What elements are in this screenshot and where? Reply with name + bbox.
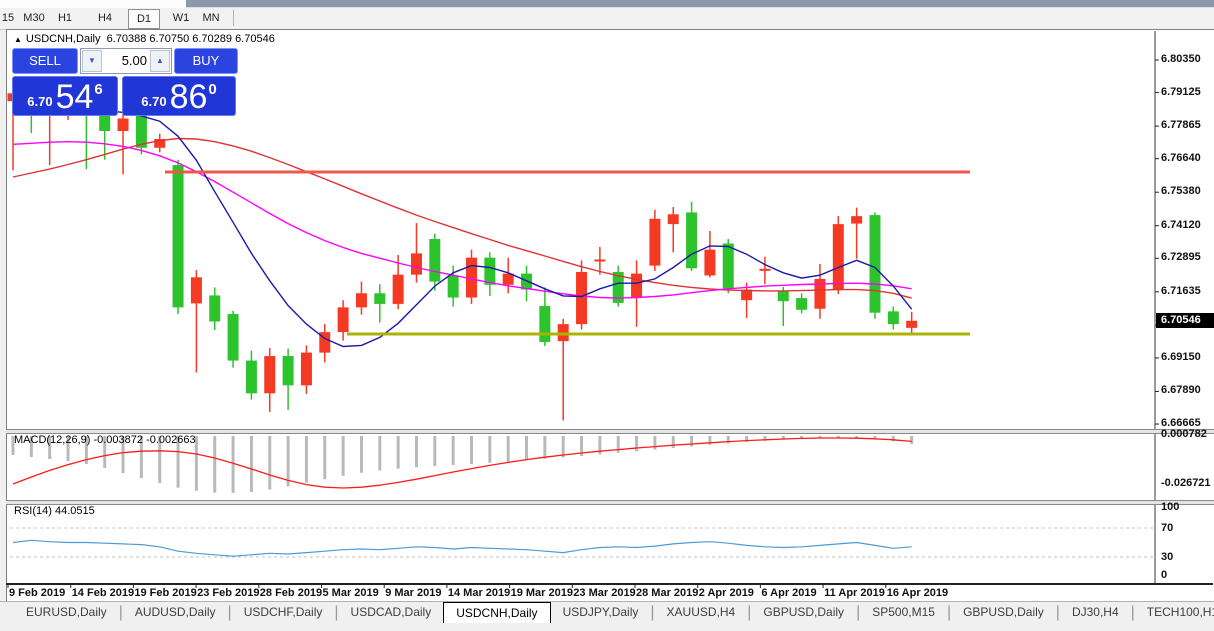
sell-price-pip: 6 <box>94 81 102 98</box>
chart-tab-tech100-h1[interactable]: TECH100,H1 <box>1135 602 1214 624</box>
chart-ohlc-values: 6.70388 6.70750 6.70289 6.70546 <box>107 33 275 45</box>
chart-tab-usdcnh-daily[interactable]: USDCNH,Daily <box>443 602 550 624</box>
rsi-pane-splitter[interactable] <box>6 500 1214 505</box>
volume-up-icon[interactable]: ▲ <box>150 50 170 72</box>
price-axis-label: 6.74120 <box>1161 219 1201 231</box>
rsi-axis-label: 100 <box>1161 501 1179 513</box>
date-axis-label: 19 Mar 2019 <box>511 587 573 599</box>
sell-price-box[interactable]: 6.70 54 6 <box>12 76 118 116</box>
timeframe-button-h4[interactable]: H4 <box>92 9 118 27</box>
window-top-strip-slate <box>186 0 1214 8</box>
date-axis-label: 11 Apr 2019 <box>824 587 885 599</box>
date-axis-label: 28 Feb 2019 <box>260 587 322 599</box>
timeframe-button-m30[interactable]: M30 <box>18 9 50 27</box>
bottom-strip <box>0 623 1214 631</box>
macd-indicator-label: MACD(12,26,9) -0.003872 -0.002663 <box>14 434 196 446</box>
macd-axis-label: -0.026721 <box>1161 477 1211 489</box>
date-axis-label: 6 Apr 2019 <box>761 587 816 599</box>
date-axis-label: 14 Feb 2019 <box>72 587 134 599</box>
one-click-trading-panel: SELL ▼ 5.00 ▲ BUY 6.70 54 6 6.70 86 0 <box>12 48 236 116</box>
chart-tab-eurusd-daily[interactable]: EURUSD,Daily <box>14 602 119 624</box>
rsi-axis-label: 0 <box>1161 569 1167 581</box>
symbol-arrow-icon: ▲ <box>14 35 22 44</box>
buy-price-prefix: 6.70 <box>141 94 166 109</box>
volume-down-icon[interactable]: ▼ <box>82 50 102 72</box>
rsi-axis-label: 70 <box>1161 522 1173 534</box>
sell-button[interactable]: SELL <box>12 48 78 74</box>
timeframe-button-mn[interactable]: MN <box>198 9 224 27</box>
price-axis-label: 6.71635 <box>1161 285 1201 297</box>
timeframe-button-w1[interactable]: W1 <box>168 9 194 27</box>
date-axis-label: 9 Mar 2019 <box>385 587 441 599</box>
chart-tab-usdcad-daily[interactable]: USDCAD,Daily <box>339 602 444 624</box>
price-axis-label: 6.69150 <box>1161 351 1201 363</box>
price-axis-label: 6.76640 <box>1161 152 1201 164</box>
date-axis-label: 23 Mar 2019 <box>573 587 635 599</box>
price-axis-label: 6.80350 <box>1161 53 1201 65</box>
volume-spinner[interactable]: ▼ 5.00 ▲ <box>80 48 172 74</box>
sell-price-prefix: 6.70 <box>27 94 52 109</box>
date-axis-label: 9 Feb 2019 <box>9 587 65 599</box>
price-axis-label: 6.67890 <box>1161 384 1201 396</box>
date-axis-label: 28 Mar 2019 <box>636 587 698 599</box>
rsi-axis-label: 30 <box>1161 551 1173 563</box>
chart-tab-bar: EURUSD,Daily|AUDUSD,Daily|USDCHF,Daily|U… <box>0 601 1214 624</box>
date-axis-label: 5 Mar 2019 <box>323 587 379 599</box>
mt4-window: 15M30H1 H4 D1 W1MN ▲ USDCNH,Daily 6.70388 6.… <box>0 0 1214 631</box>
date-axis-label: 23 Feb 2019 <box>197 587 259 599</box>
timeframe-button-h1[interactable]: H1 <box>52 9 78 27</box>
chart-title: ▲ USDCNH,Daily 6.70388 6.70750 6.70289 6.… <box>14 33 275 45</box>
date-axis-label: 2 Apr 2019 <box>699 587 754 599</box>
toolbar-separator <box>233 10 234 26</box>
macd-axis-label: 0.000782 <box>1161 428 1207 440</box>
timeframe-button-d1[interactable]: D1 <box>128 9 160 29</box>
rsi-indicator-label: RSI(14) 44.0515 <box>14 505 95 517</box>
price-axis-label: 6.75380 <box>1161 185 1201 197</box>
buy-button[interactable]: BUY <box>174 48 238 74</box>
sell-price-big: 54 <box>56 82 94 112</box>
chart-tab-audusd-daily[interactable]: AUDUSD,Daily <box>123 602 228 624</box>
chart-tab-gbpusd-daily[interactable]: GBPUSD,Daily <box>751 602 856 624</box>
current-price-box: 6.70546 <box>1156 313 1214 328</box>
price-axis-label: 6.79125 <box>1161 86 1201 98</box>
chart-tab-xauusd-h4[interactable]: XAUUSD,H4 <box>655 602 748 624</box>
buy-price-big: 86 <box>170 82 208 112</box>
date-axis-label: 16 Apr 2019 <box>887 587 948 599</box>
chart-tab-usdjpy-daily[interactable]: USDJPY,Daily <box>551 602 651 624</box>
chart-symbol: USDCNH,Daily <box>26 33 101 45</box>
volume-value[interactable]: 5.00 <box>122 49 147 73</box>
date-axis-label: 19 Feb 2019 <box>134 587 196 599</box>
chart-tab-gbpusd-daily[interactable]: GBPUSD,Daily <box>951 602 1056 624</box>
buy-price-pip: 0 <box>208 81 216 98</box>
date-axis-label: 14 Mar 2019 <box>448 587 510 599</box>
chart-tab-sp500-m15[interactable]: SP500,M15 <box>860 602 947 624</box>
timeframe-toolbar: 15M30H1 H4 D1 W1MN <box>0 8 1214 30</box>
price-axis-label: 6.77865 <box>1161 119 1201 131</box>
chart-tab-dj30-h4[interactable]: DJ30,H4 <box>1060 602 1131 624</box>
timeframe-button-15[interactable]: 15 <box>0 9 16 27</box>
buy-price-box[interactable]: 6.70 86 0 <box>122 76 236 116</box>
chart-tab-usdchf-daily[interactable]: USDCHF,Daily <box>232 602 335 624</box>
price-axis-label: 6.72895 <box>1161 251 1201 263</box>
